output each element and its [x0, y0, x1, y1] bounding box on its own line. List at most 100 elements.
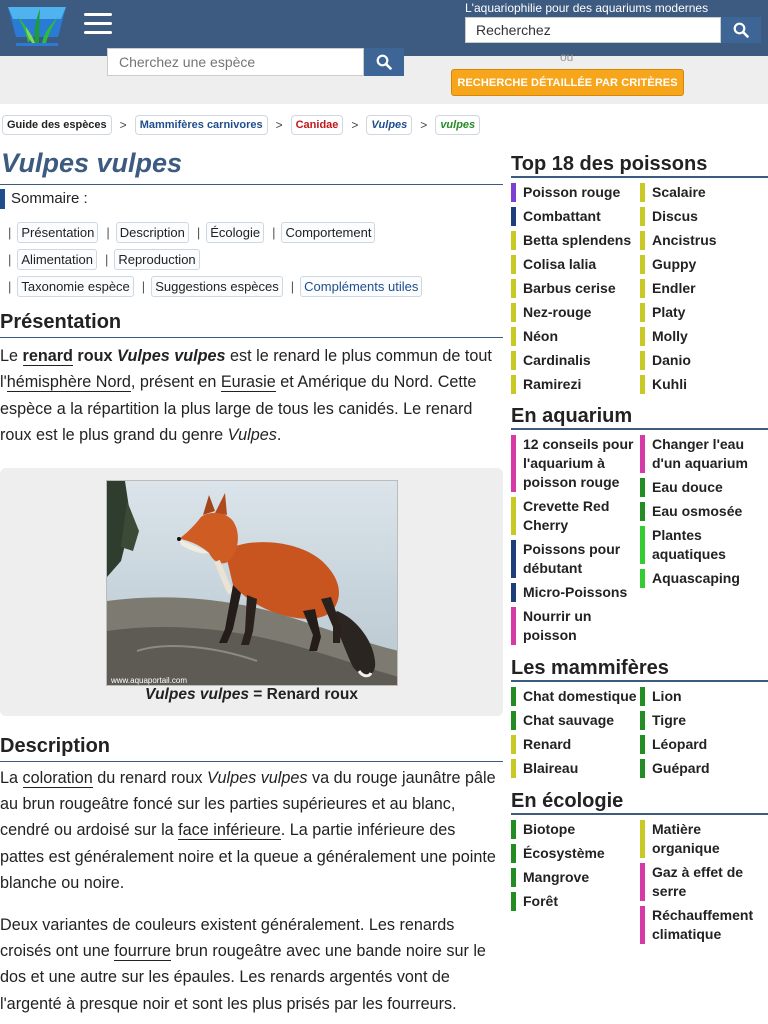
sidebar-link[interactable]: Barbus cerise [511, 279, 639, 298]
sidebar-link-label: Nourrir un poisson [523, 608, 592, 643]
category-color-bar [640, 375, 645, 394]
toc-link-taxonomie[interactable]: Taxonomie espèce [17, 276, 134, 297]
sidebar-heading-ecologie: En écologie [511, 781, 768, 815]
sidebar-link-label: Guppy [652, 256, 697, 272]
sidebar-link-label: Réchauffement climatique [652, 907, 754, 942]
sidebar-link-label: Blaireau [523, 760, 579, 776]
link-face-inferieure[interactable]: face inférieure [178, 821, 281, 841]
toc-link-comportement[interactable]: Comportement [281, 222, 376, 243]
toc-link-suggestions[interactable]: Suggestions espèces [151, 276, 283, 297]
sidebar-link[interactable]: Chat sauvage [511, 711, 639, 730]
species-search-input[interactable] [107, 48, 364, 76]
sidebar-block-top-poissons: Top 18 des poissons Poisson rouge Combatt… [511, 144, 768, 399]
sidebar-heading-mammiferes: Les mammifères [511, 648, 768, 682]
site-logo[interactable] [6, 3, 68, 51]
sidebar-link[interactable]: Léopard [640, 735, 768, 754]
sidebar-link[interactable]: 12 conseils pour l'aquarium à poisson ro… [511, 435, 639, 492]
site-search-input[interactable] [465, 17, 721, 43]
advanced-search-button[interactable]: RECHERCHE DÉTAILLÉE PAR CRITÈRES [451, 69, 684, 96]
sidebar-link[interactable]: Discus [640, 207, 768, 226]
category-color-bar [511, 375, 516, 394]
sidebar-link[interactable]: Aquascaping [640, 569, 768, 588]
sidebar-link[interactable]: Plantes aquatiques [640, 526, 768, 564]
text-fragment: Le [0, 347, 23, 365]
toc-separator: | [104, 252, 109, 267]
sidebar-link[interactable]: Cardinalis [511, 351, 639, 370]
sidebar-link[interactable]: Guppy [640, 255, 768, 274]
sidebar-link[interactable]: Poisson rouge [511, 183, 639, 202]
toc-link-ecologie[interactable]: Écologie [206, 222, 265, 243]
sidebar-link-label: Changer l'eau d'un aquarium [652, 436, 748, 471]
sidebar-link[interactable]: Colisa lalia [511, 255, 639, 274]
category-color-bar [640, 820, 645, 858]
toc-link-alimentation[interactable]: Alimentation [17, 249, 97, 270]
sidebar-column: Lion Tigre Léopard Guépard [640, 687, 768, 783]
sidebar-link[interactable]: Renard [511, 735, 639, 754]
sidebar-link[interactable]: Danio [640, 351, 768, 370]
sidebar-link[interactable]: Tigre [640, 711, 768, 730]
species-search-button[interactable] [364, 48, 404, 76]
category-color-bar [640, 255, 645, 274]
sidebar-link[interactable]: Mangrove [511, 868, 639, 887]
sidebar-link[interactable]: Endler [640, 279, 768, 298]
breadcrumb-vulpes-species[interactable]: vulpes [435, 115, 481, 135]
sidebar-link[interactable]: Blaireau [511, 759, 639, 778]
sidebar-link-label: Aquascaping [652, 570, 740, 586]
sidebar-column: Biotope Écosystème Mangrove Forêt [511, 820, 639, 949]
sidebar-link[interactable]: Ancistrus [640, 231, 768, 250]
text-fragment: , présent en [130, 373, 221, 392]
sidebar-link[interactable]: Guépard [640, 759, 768, 778]
sidebar-link[interactable]: Combattant [511, 207, 639, 226]
sidebar-link[interactable]: Gaz à effet de serre [640, 863, 768, 901]
category-color-bar [511, 279, 516, 298]
sidebar-link[interactable]: Eau osmosée [640, 502, 768, 521]
link-fourrure[interactable]: fourrure [114, 942, 171, 962]
link-eurasie[interactable]: Eurasie [220, 373, 276, 393]
sidebar-link[interactable]: Ramirezi [511, 375, 639, 394]
sidebar-link[interactable]: Molly [640, 327, 768, 346]
link-coloration[interactable]: coloration [22, 768, 93, 788]
search-icon [733, 22, 749, 38]
sidebar-link[interactable]: Matière organique [640, 820, 768, 858]
sidebar-link[interactable]: Écosystème [511, 844, 639, 863]
sidebar-link[interactable]: Scalaire [640, 183, 768, 202]
sidebar-link[interactable]: Biotope [511, 820, 639, 839]
sidebar-heading-top-poissons: Top 18 des poissons [511, 144, 768, 178]
sidebar-link-label: Betta splendens [523, 232, 632, 248]
species-name: Vulpes vulpes [116, 347, 226, 365]
sidebar-link[interactable]: Chat domestique [511, 687, 639, 706]
sidebar-link-label: Kuhli [652, 376, 687, 392]
link-hemisphere-nord[interactable]: hémisphère Nord [6, 373, 131, 393]
sidebar-link[interactable]: Néon [511, 327, 639, 346]
sidebar-link[interactable]: Betta splendens [511, 231, 639, 250]
sidebar-link[interactable]: Kuhli [640, 375, 768, 394]
sidebar-link[interactable]: Micro-Poissons [511, 583, 639, 602]
sidebar-link[interactable]: Nez-rouge [511, 303, 639, 322]
breadcrumb-mammiferes-carnivores[interactable]: Mammifères carnivores [134, 115, 268, 135]
toc-link-description[interactable]: Description [115, 222, 189, 243]
breadcrumb-vulpes-genus[interactable]: Vulpes [366, 115, 413, 135]
sidebar-link[interactable]: Réchauffement climatique [640, 906, 768, 944]
toc-separator: | [290, 279, 295, 294]
toc-link-reproduction[interactable]: Reproduction [114, 249, 200, 270]
hamburger-menu-icon[interactable] [84, 13, 112, 39]
breadcrumb-canidae[interactable]: Canidae [290, 115, 344, 135]
category-color-bar [640, 759, 645, 778]
sidebar-link[interactable]: Platy [640, 303, 768, 322]
sidebar-link[interactable]: Nourrir un poisson [511, 607, 639, 645]
toc-link-complements[interactable]: Compléments utiles [300, 276, 423, 297]
sidebar-link[interactable]: Changer l'eau d'un aquarium [640, 435, 768, 473]
breadcrumb-guide-especes[interactable]: Guide des espèces [2, 115, 112, 135]
caption-species: Vulpes vulpes [145, 685, 249, 703]
sidebar-link[interactable]: Lion [640, 687, 768, 706]
sidebar-link[interactable]: Poissons pour débutant [511, 540, 639, 578]
breadcrumb-separator: > [275, 118, 283, 132]
toc-link-presentation[interactable]: Présentation [17, 222, 99, 243]
red-fox-photo[interactable]: www.aquaportail.com [106, 479, 398, 686]
link-renard[interactable]: renard [22, 347, 73, 366]
site-search-button[interactable] [721, 17, 761, 43]
sidebar-link[interactable]: Crevette Red Cherry [511, 497, 639, 535]
sidebar-link[interactable]: Eau douce [640, 478, 768, 497]
sidebar-link[interactable]: Forêt [511, 892, 639, 911]
text-fragment: La [0, 768, 23, 787]
